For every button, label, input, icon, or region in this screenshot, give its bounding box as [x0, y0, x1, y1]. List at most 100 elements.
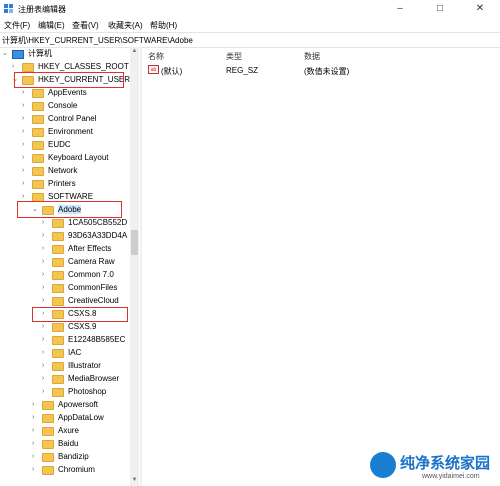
folder-icon	[52, 258, 64, 267]
folder-icon	[42, 466, 54, 475]
chevron-right-icon[interactable]: ›	[32, 450, 40, 463]
menu-favorites[interactable]: 收藏夹(A)	[108, 20, 143, 31]
tree-item-adobe-child[interactable]: › Photoshop	[42, 385, 106, 398]
tree-item-adobe-child[interactable]: › Common 7.0	[42, 268, 114, 281]
folder-icon	[52, 349, 64, 358]
chevron-right-icon[interactable]: ›	[42, 372, 50, 385]
tree-item-adobe-child[interactable]: › IAC	[42, 346, 81, 359]
folder-icon	[52, 388, 64, 397]
address-bar[interactable]: 计算机\HKEY_CURRENT_USER\SOFTWARE\Adobe	[0, 32, 500, 48]
tree-item-adobe-child[interactable]: › CommonFiles	[42, 281, 117, 294]
folder-icon	[22, 63, 34, 72]
chevron-right-icon[interactable]: ›	[42, 385, 50, 398]
value-name[interactable]: (默认)	[161, 66, 182, 77]
chevron-right-icon[interactable]: ›	[32, 463, 40, 476]
tree-item-software-child[interactable]: › AppDataLow	[32, 411, 104, 424]
registry-editor-icon	[4, 4, 13, 13]
highlight-hkcu	[14, 72, 124, 88]
chevron-right-icon[interactable]: ›	[42, 242, 50, 255]
minimize-button[interactable]: –	[380, 0, 420, 18]
tree-item-software-child[interactable]: › Axure	[32, 424, 79, 437]
folder-icon	[42, 427, 54, 436]
scroll-down-icon[interactable]: ▼	[131, 476, 138, 484]
chevron-right-icon[interactable]: ›	[32, 437, 40, 450]
chevron-right-icon[interactable]: ›	[42, 268, 50, 281]
chevron-right-icon[interactable]: ›	[22, 164, 30, 177]
folder-icon	[52, 297, 64, 306]
address-path[interactable]: 计算机\HKEY_CURRENT_USER\SOFTWARE\Adobe	[2, 35, 193, 46]
tree-item-adobe-child[interactable]: › 93D63A33DD4A	[42, 229, 127, 242]
menu-edit[interactable]: 编辑(E)	[38, 20, 65, 31]
tree-scrollbar[interactable]	[130, 47, 139, 486]
pane-splitter[interactable]	[140, 47, 142, 486]
window-title: 注册表编辑器	[18, 5, 66, 14]
chevron-right-icon[interactable]: ›	[42, 333, 50, 346]
chevron-right-icon[interactable]: ›	[42, 294, 50, 307]
folder-icon	[42, 414, 54, 423]
value-data[interactable]: (数值未设置)	[304, 66, 349, 77]
menu-help[interactable]: 帮助(H)	[150, 20, 177, 31]
menu-bar: 文件(F) 编辑(E) 查看(V) 收藏夹(A) 帮助(H)	[0, 18, 500, 32]
chevron-right-icon[interactable]: ›	[22, 177, 30, 190]
watermark-text: 纯净系统家园	[400, 454, 491, 472]
folder-icon	[32, 141, 44, 150]
column-header-name[interactable]: 名称	[148, 51, 164, 62]
tree-item-hkcu-child[interactable]: › EUDC	[22, 138, 71, 151]
tree-item-adobe-child[interactable]: › MediaBrowser	[42, 372, 119, 385]
title-bar: 注册表编辑器 – □ ✕	[0, 0, 500, 18]
chevron-right-icon[interactable]: ›	[22, 151, 30, 164]
folder-icon	[42, 440, 54, 449]
tree-item-software-child[interactable]: › Baidu	[32, 437, 78, 450]
menu-file[interactable]: 文件(F)	[4, 20, 30, 31]
tree-item-hkcu-child[interactable]: › Control Panel	[22, 112, 96, 125]
folder-icon	[52, 219, 64, 228]
scroll-thumb[interactable]	[131, 230, 138, 255]
tree-item-hkcu-child[interactable]: › Console	[22, 99, 77, 112]
watermark-logo-icon	[370, 452, 396, 478]
tree-item-software-child[interactable]: › Apowersoft	[32, 398, 98, 411]
tree-item-hkcu-child[interactable]: › Printers	[22, 177, 76, 190]
chevron-right-icon[interactable]: ›	[22, 138, 30, 151]
folder-icon	[32, 89, 44, 98]
folder-icon	[32, 154, 44, 163]
chevron-right-icon[interactable]: ›	[32, 411, 40, 424]
folder-icon	[42, 401, 54, 410]
chevron-down-icon[interactable]: ⌄	[2, 47, 10, 60]
column-header-type[interactable]: 类型	[226, 51, 242, 62]
highlight-csxs8	[32, 307, 128, 322]
tree-item-adobe-child[interactable]: › CreativeCloud	[42, 294, 119, 307]
chevron-right-icon[interactable]: ›	[42, 346, 50, 359]
maximize-button[interactable]: □	[420, 0, 460, 18]
chevron-right-icon[interactable]: ›	[42, 255, 50, 268]
chevron-right-icon[interactable]: ›	[42, 281, 50, 294]
chevron-right-icon[interactable]: ›	[42, 359, 50, 372]
string-value-icon: ab	[148, 65, 159, 74]
scroll-up-icon[interactable]: ▲	[131, 47, 138, 55]
chevron-right-icon[interactable]: ›	[32, 398, 40, 411]
folder-icon	[32, 167, 44, 176]
folder-icon	[32, 115, 44, 124]
chevron-right-icon[interactable]: ›	[32, 424, 40, 437]
tree-item-adobe-child[interactable]: › Camera Raw	[42, 255, 115, 268]
folder-icon	[32, 128, 44, 137]
registry-tree: ⌄ 计算机 › HKEY_CLASSES_ROOT ⌄ HKEY_CURRENT_US…	[0, 47, 140, 486]
tree-item-hkcu-child[interactable]: › Network	[22, 164, 77, 177]
tree-item-hkcu-child[interactable]: › Keyboard Layout	[22, 151, 109, 164]
tree-item-adobe-child[interactable]: › After Effects	[42, 242, 111, 255]
tree-item-software-child[interactable]: › Bandizip	[32, 450, 89, 463]
column-header-data[interactable]: 数据	[304, 51, 320, 62]
folder-icon	[52, 284, 64, 293]
chevron-right-icon[interactable]: ›	[22, 99, 30, 112]
value-type[interactable]: REG_SZ	[226, 66, 258, 75]
tree-item-computer[interactable]: ⌄ 计算机	[2, 47, 52, 60]
tree-item-hkcu-child[interactable]: › Environment	[22, 125, 93, 138]
close-button[interactable]: ✕	[460, 0, 500, 18]
tree-item-adobe-child[interactable]: › Illustrator	[42, 359, 101, 372]
chevron-right-icon[interactable]: ›	[22, 112, 30, 125]
menu-view[interactable]: 查看(V)	[72, 20, 99, 31]
folder-icon	[52, 362, 64, 371]
tree-item-software-child[interactable]: › Chromium	[32, 463, 95, 476]
tree-item-adobe-child[interactable]: › E12248B585EC	[42, 333, 125, 346]
chevron-right-icon[interactable]: ›	[42, 229, 50, 242]
chevron-right-icon[interactable]: ›	[22, 125, 30, 138]
